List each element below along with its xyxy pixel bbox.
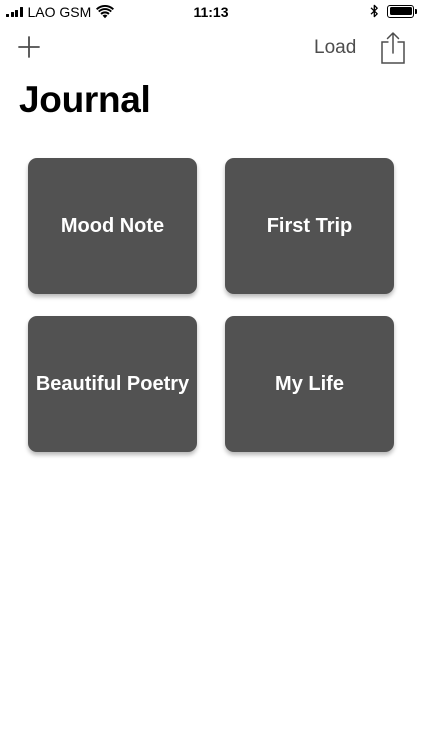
journal-card-label: My Life [275,372,344,395]
share-icon[interactable] [380,31,406,65]
journal-screen: LAO GSM 11:13 Load Journal Mood Note Fir… [0,0,422,750]
journal-card-beautiful-poetry[interactable]: Beautiful Poetry [28,316,197,452]
journal-card-my-life[interactable]: My Life [225,316,394,452]
journal-card-label: First Trip [266,214,353,237]
battery-icon [387,4,417,18]
journal-card-mood-note[interactable]: Mood Note [28,158,197,294]
load-button[interactable]: Load [314,37,356,59]
journal-card-first-trip[interactable]: First Trip [225,158,394,294]
status-time: 11:13 [193,4,229,20]
bluetooth-icon [370,4,378,18]
page-title: Journal [19,79,151,120]
status-bar: LAO GSM 11:13 [0,0,422,24]
battery-level [389,7,412,15]
journal-card-label: Beautiful Poetry [35,372,190,395]
status-right [370,4,417,18]
plus-icon[interactable] [17,35,41,59]
journal-card-label: Mood Note [60,214,165,237]
